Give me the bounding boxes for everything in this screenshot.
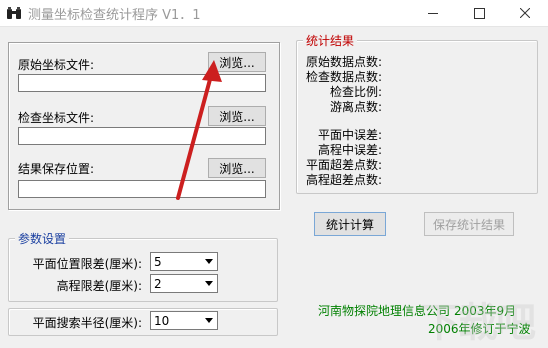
- source-file-input[interactable]: [18, 74, 266, 92]
- minimize-button[interactable]: [410, 0, 456, 26]
- check-file-input[interactable]: [18, 127, 266, 145]
- compute-button[interactable]: 统计计算: [314, 212, 386, 236]
- height-limit-value: 2: [154, 277, 162, 291]
- maximize-button[interactable]: [456, 0, 502, 26]
- close-button[interactable]: [502, 0, 548, 26]
- search-radius-label: 平面搜索半径(厘米):: [32, 316, 142, 330]
- binoculars-icon: [7, 7, 21, 19]
- title-bar: 测量坐标检查统计程序 V1．1: [0, 0, 548, 27]
- window-title: 测量坐标检查统计程序 V1．1: [28, 8, 201, 23]
- stat-orphan-points: 游离点数:: [329, 100, 382, 114]
- browse-source-button[interactable]: 浏览...: [208, 52, 266, 72]
- watermark-logo: 下载吧: [420, 290, 548, 348]
- save-result-button[interactable]: 保存统计结果: [424, 212, 514, 236]
- browse-check-button[interactable]: 浏览...: [208, 106, 266, 126]
- revision-note: 2006年修订于宁波: [428, 322, 531, 336]
- result-location-input[interactable]: [18, 180, 266, 198]
- minimize-icon: [428, 12, 438, 14]
- chevron-down-icon[interactable]: [201, 275, 217, 292]
- chevron-down-icon[interactable]: [201, 312, 217, 329]
- source-file-label: 原始坐标文件:: [18, 58, 95, 72]
- company-name: 河南物探院地理信息公司: [318, 304, 451, 318]
- result-location-label: 结果保存位置:: [18, 162, 95, 176]
- plane-limit-select[interactable]: 5: [150, 252, 218, 271]
- check-file-label: 检查坐标文件:: [18, 111, 95, 125]
- stat-height-exceed: 高程超差点数:: [305, 173, 382, 187]
- search-radius-select[interactable]: 10: [150, 311, 218, 330]
- maximize-icon: [473, 7, 485, 19]
- browse-result-button[interactable]: 浏览...: [208, 158, 266, 178]
- params-legend: 参数设置: [15, 230, 70, 247]
- height-limit-select[interactable]: 2: [150, 274, 218, 293]
- close-icon: [520, 8, 530, 18]
- height-limit-label: 高程限差(厘米):: [56, 279, 142, 293]
- chevron-down-icon[interactable]: [201, 253, 217, 270]
- stats-legend: 统计结果: [303, 32, 358, 49]
- plane-limit-value: 5: [154, 255, 162, 269]
- search-radius-value: 10: [154, 314, 170, 328]
- release-date: 2003年9月: [454, 304, 517, 318]
- plane-limit-label: 平面位置限差(厘米):: [32, 257, 142, 271]
